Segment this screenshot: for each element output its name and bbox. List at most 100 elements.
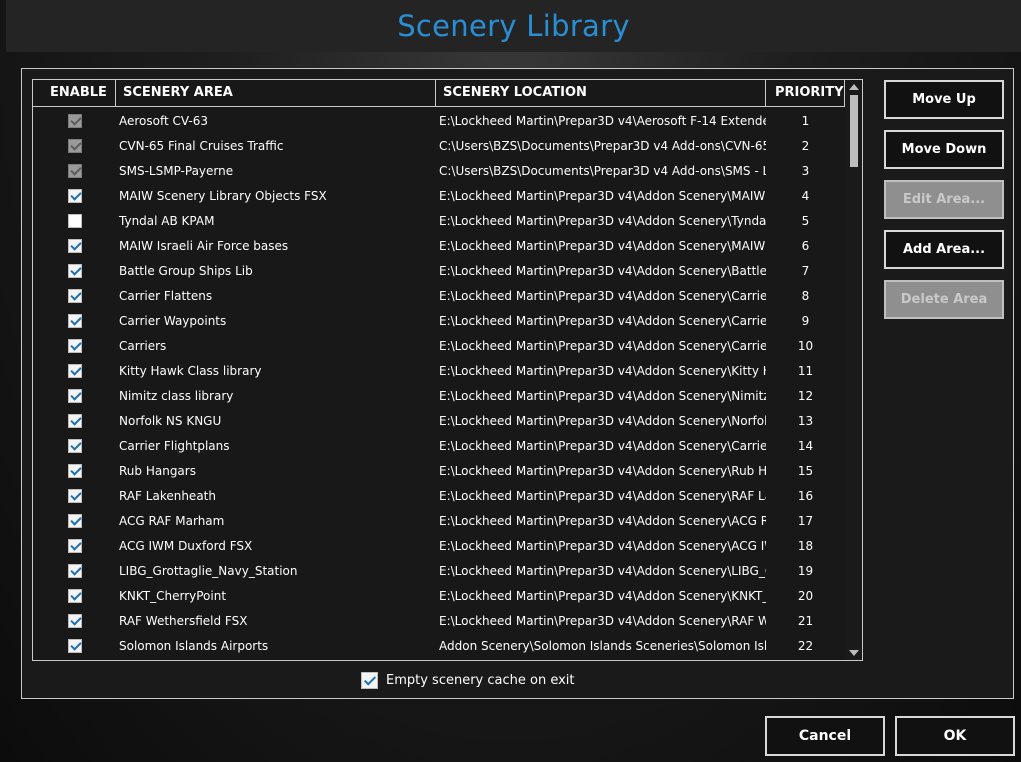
priority-cell: 8 [801,288,810,303]
enable-checkbox[interactable] [67,438,82,453]
empty-cache-checkbox[interactable] [361,672,378,689]
column-header-scenery-location[interactable]: SCENERY LOCATION [436,80,766,106]
window-title: Scenery Library [397,9,630,43]
priority-cell: 20 [797,588,814,603]
priority-cell: 16 [797,488,814,503]
enable-checkbox[interactable] [67,463,82,478]
enable-checkbox[interactable] [67,263,82,278]
table-row[interactable]: Battle Group Ships Lib E:\Lockheed Martin… [33,258,845,283]
scenery-location-cell: E:\Lockheed Martin\Prepar3D v4\Addon Sce… [439,188,766,203]
scenery-location-cell: C:\Users\BZS\Documents\Prepar3D v4 Add-o… [439,138,766,153]
move-down-button[interactable]: Move Down [884,130,1004,169]
enable-checkbox[interactable] [67,288,82,303]
scroll-up-arrow-icon[interactable] [849,84,859,90]
priority-cell: 11 [797,363,814,378]
priority-cell: 10 [797,338,814,353]
scenery-location-cell: C:\Users\BZS\Documents\Prepar3D v4 Add-o… [439,163,766,178]
enable-checkbox[interactable] [67,238,82,253]
empty-cache-option[interactable]: Empty scenery cache on exit [361,672,575,689]
enable-checkbox[interactable] [67,538,82,553]
table-row[interactable]: Rub Hangars E:\Lockheed Martin\Prepar3D v… [33,458,845,483]
table-row[interactable]: LIBG_Grottaglie_Navy_Station E:\Lockheed … [33,558,845,583]
enable-cell [33,388,116,403]
enable-cell [33,313,116,328]
scenery-location-cell: E:\Lockheed Martin\Prepar3D v4\Addon Sce… [439,463,766,478]
priority-cell: 18 [797,538,814,553]
scenery-location-cell: E:\Lockheed Martin\Prepar3D v4\Addon Sce… [439,438,766,453]
column-header-enable[interactable]: ENABLE [33,80,116,106]
enable-checkbox[interactable] [67,163,82,178]
scroll-thumb[interactable] [850,95,858,167]
scroll-down-arrow-icon[interactable] [849,650,859,656]
priority-cell: 14 [797,438,814,453]
enable-checkbox[interactable] [67,588,82,603]
enable-checkbox[interactable] [67,213,82,228]
enable-checkbox[interactable] [67,313,82,328]
table-row[interactable]: Carrier Flattens E:\Lockheed Martin\Prepa… [33,283,845,308]
table-row[interactable]: ACG RAF Marham E:\Lockheed Martin\Prepar3… [33,508,845,533]
priority-cell: 13 [797,413,814,428]
table-row[interactable]: CVN-65 Final Cruises Traffic C:\Users\BZS… [33,133,845,158]
enable-checkbox[interactable] [67,488,82,503]
move-up-button[interactable]: Move Up [884,80,1004,119]
enable-checkbox[interactable] [67,138,82,153]
enable-checkbox[interactable] [67,363,82,378]
priority-cell: 15 [797,463,814,478]
enable-cell [33,413,116,428]
enable-cell [33,363,116,378]
cancel-button[interactable]: Cancel [765,716,885,756]
delete-area-button[interactable]: Delete Area [884,280,1004,319]
enable-cell [33,163,116,178]
enable-checkbox[interactable] [67,388,82,403]
enable-checkbox[interactable] [67,563,82,578]
table-row[interactable]: Solomon Islands Airports Addon Scenery\So… [33,633,845,658]
scenery-location-cell: Addon Scenery\Solomon Islands Sceneries\… [439,638,766,653]
table-header: ENABLE SCENERY AREA SCENERY LOCATION PRI… [33,80,845,107]
enable-checkbox[interactable] [67,338,82,353]
enable-cell [33,488,116,503]
table-row[interactable]: Norfolk NS KNGU E:\Lockheed Martin\Prepar… [33,408,845,433]
table-row[interactable]: RAF Lakenheath E:\Lockheed Martin\Prepar3… [33,483,845,508]
enable-checkbox[interactable] [67,513,82,528]
table-row[interactable]: Aerosoft CV-63 E:\Lockheed Martin\Prepar3… [33,108,845,133]
scenery-location-cell: E:\Lockheed Martin\Prepar3D v4\Addon Sce… [439,388,766,403]
enable-checkbox[interactable] [67,613,82,628]
edit-area-button[interactable]: Edit Area... [884,180,1004,219]
table-row[interactable]: Kitty Hawk Class library E:\Lockheed Mart… [33,358,845,383]
table-row[interactable]: Carrier Waypoints E:\Lockheed Martin\Prep… [33,308,845,333]
enable-checkbox[interactable] [67,188,82,203]
table-row[interactable]: Carriers E:\Lockheed Martin\Prepar3D v4\A… [33,333,845,358]
table-row[interactable]: Tyndal AB KPAM E:\Lockheed Martin\Prepar3… [33,208,845,233]
priority-cell: 1 [801,113,810,128]
table-row[interactable]: KNKT_CherryPoint E:\Lockheed Martin\Prepa… [33,583,845,608]
enable-checkbox[interactable] [67,638,82,653]
scenery-area-cell: Nimitz class library [119,388,234,403]
enable-checkbox[interactable] [67,113,82,128]
enable-cell [33,613,116,628]
priority-cell: 9 [801,313,810,328]
enable-cell [33,188,116,203]
table-row[interactable]: SMS-LSMP-Payerne C:\Users\BZS\Documents\P… [33,158,845,183]
table-row[interactable]: MAIW Israeli Air Force bases E:\Lockheed … [33,233,845,258]
table-row[interactable]: ACG IWM Duxford FSX E:\Lockheed Martin\Pr… [33,533,845,558]
scenery-location-cell: E:\Lockheed Martin\Prepar3D v4\Addon Sce… [439,513,766,528]
enable-cell [33,563,116,578]
scenery-area-cell: MAIW Israeli Air Force bases [119,238,289,253]
column-header-scenery-area[interactable]: SCENERY AREA [116,80,436,106]
table-row[interactable]: RAF Wethersfield FSX E:\Lockheed Martin\P… [33,608,845,633]
table-row[interactable]: MAIW Scenery Library Objects FSX E:\Lockh… [33,183,845,208]
scenery-area-cell: Carriers [119,338,167,353]
scenery-location-cell: E:\Lockheed Martin\Prepar3D v4\Aerosoft … [439,113,766,128]
add-area-button[interactable]: Add Area... [884,230,1004,269]
enable-checkbox[interactable] [67,413,82,428]
scenery-area-cell: Battle Group Ships Lib [119,263,253,278]
scenery-area-cell: Carrier Flattens [119,288,213,303]
scenery-area-cell: ACG IWM Duxford FSX [119,538,253,553]
vertical-scrollbar[interactable] [845,80,862,660]
scenery-area-cell: RAF Lakenheath [119,488,216,503]
ok-button[interactable]: OK [895,716,1015,756]
table-row[interactable]: Nimitz class library E:\Lockheed Martin\P… [33,383,845,408]
column-header-priority[interactable]: PRIORITY [766,80,845,106]
table-row[interactable]: Carrier Flightplans E:\Lockheed Martin\Pr… [33,433,845,458]
scenery-location-cell: E:\Lockheed Martin\Prepar3D v4\Addon Sce… [439,213,766,228]
